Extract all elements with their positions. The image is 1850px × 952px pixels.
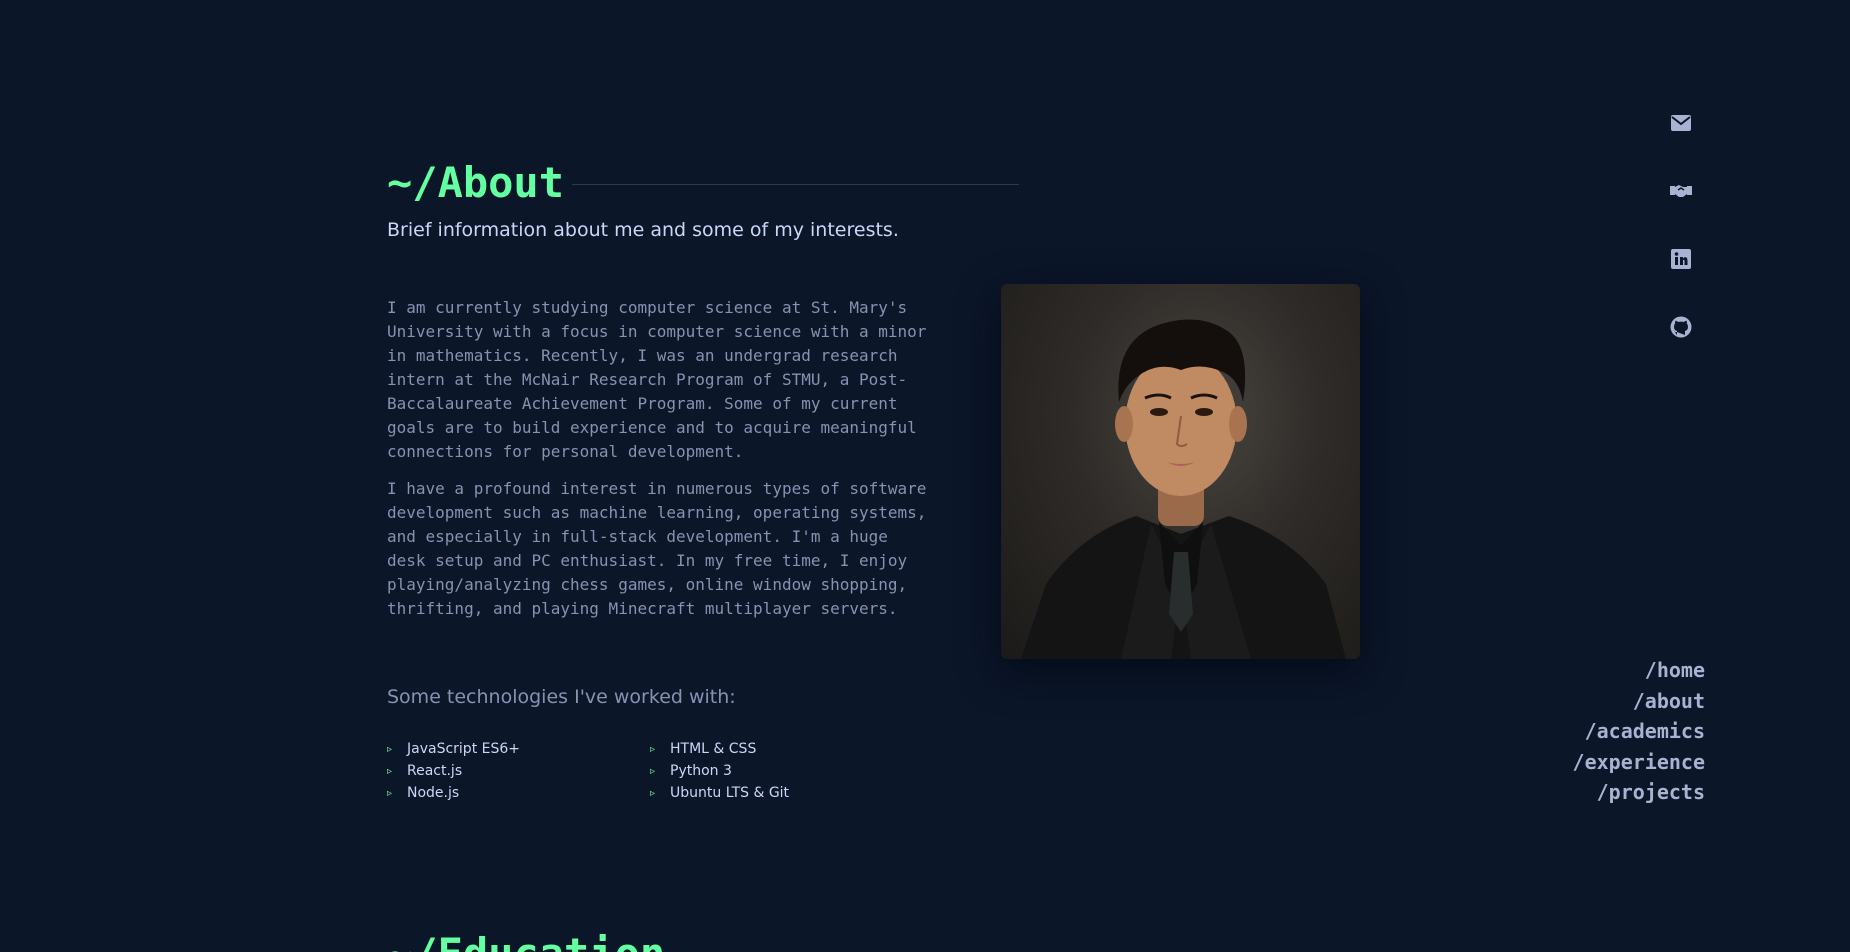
social-links [1668, 110, 1694, 382]
section-nav: /home /about /academics /experience /pro… [1573, 655, 1705, 808]
nav-about[interactable]: /about [1573, 686, 1705, 717]
nav-experience[interactable]: /experience [1573, 747, 1705, 778]
tech-label: HTML & CSS [670, 741, 757, 757]
handshake-icon[interactable] [1668, 178, 1694, 204]
technologies-intro: Some technologies I've worked with: [387, 686, 736, 708]
nav-home[interactable]: /home [1573, 655, 1705, 686]
tech-label: JavaScript ES6+ [407, 741, 520, 757]
triangle-bullet-icon: ▹ [650, 765, 656, 777]
nav-projects[interactable]: /projects [1573, 777, 1705, 808]
nav-academics[interactable]: /academics [1573, 716, 1705, 747]
triangle-bullet-icon: ▹ [387, 787, 393, 799]
technologies-list: ▹ JavaScript ES6+ ▹ HTML & CSS ▹ React.j… [387, 740, 807, 802]
profile-photo [1001, 284, 1360, 659]
bio-paragraph: I am currently studying computer science… [387, 298, 927, 461]
about-subtitle: Brief information about me and some of m… [387, 219, 899, 241]
triangle-bullet-icon: ▹ [650, 787, 656, 799]
title-divider [572, 184, 1019, 185]
about-bio: I am currently studying computer science… [387, 296, 927, 634]
tech-item: ▹ React.js [387, 762, 650, 780]
about-title: ~/About [387, 158, 565, 207]
tech-label: Node.js [407, 785, 460, 801]
triangle-bullet-icon: ▹ [387, 765, 393, 777]
portrait-illustration [1021, 319, 1346, 659]
tech-label: Ubuntu LTS & Git [670, 785, 790, 801]
github-icon[interactable] [1668, 314, 1694, 340]
bio-paragraph: I have a profound interest in numerous t… [387, 479, 927, 618]
tech-label: Python 3 [670, 763, 732, 779]
linkedin-icon[interactable] [1668, 246, 1694, 272]
tech-item: ▹ Ubuntu LTS & Git [650, 784, 850, 802]
triangle-bullet-icon: ▹ [387, 743, 393, 755]
triangle-bullet-icon: ▹ [650, 743, 656, 755]
tech-item: ▹ JavaScript ES6+ [387, 740, 650, 758]
tech-item: ▹ Python 3 [650, 762, 850, 780]
tech-label: React.js [407, 763, 463, 779]
tech-item: ▹ HTML & CSS [650, 740, 850, 758]
tech-item: ▹ Node.js [387, 784, 650, 802]
education-title: ~/Education [387, 928, 665, 952]
mail-icon[interactable] [1668, 110, 1694, 136]
